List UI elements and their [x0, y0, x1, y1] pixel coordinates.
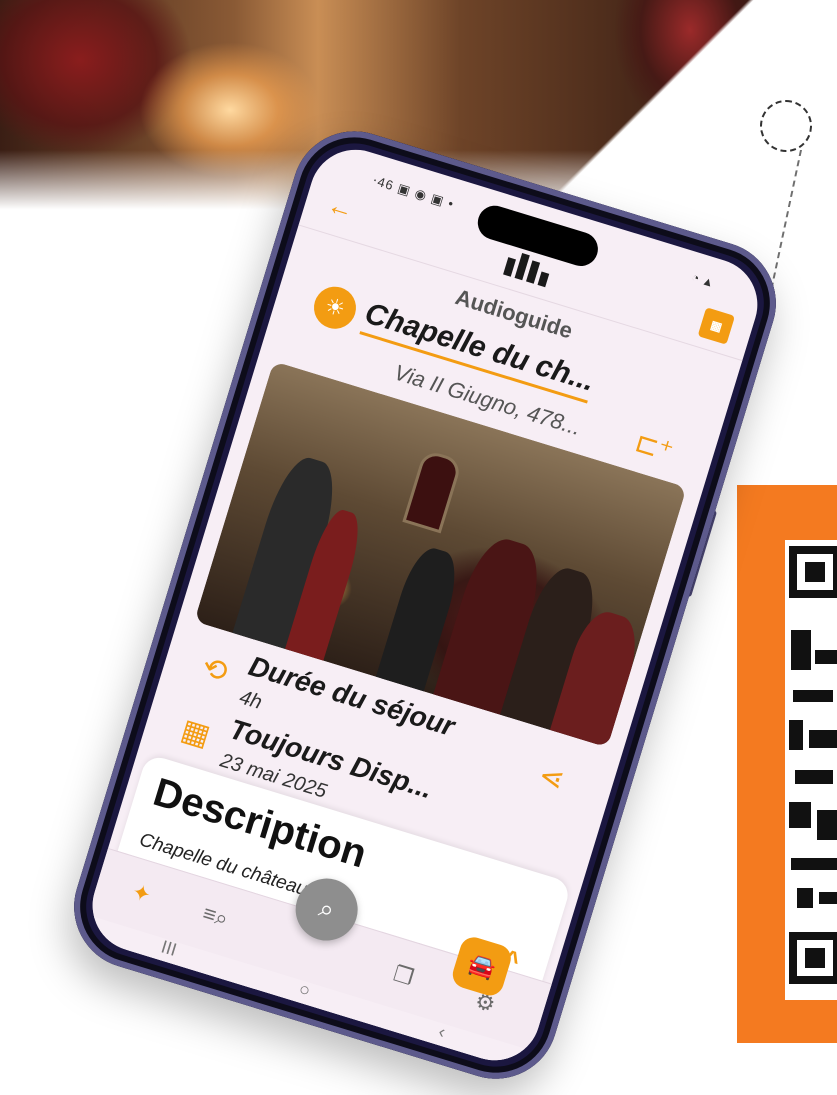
chapel-window [402, 449, 463, 534]
search-icon: ⌕ [315, 892, 339, 926]
back-arrow-icon[interactable]: ← [324, 189, 358, 225]
qr-code-panel [737, 485, 837, 1043]
home-button[interactable]: ○ [296, 978, 313, 1001]
phone-screen: ⋅46 ▣ ◉ ▣ • ◔ ▲ ← ▦ Audioguide ☀ Chapell… [81, 138, 769, 1072]
qr-callout-ring [760, 100, 812, 152]
qr-code[interactable] [785, 540, 837, 1000]
recent-apps-button[interactable]: III [159, 936, 179, 960]
calendar-icon: ▦ [177, 712, 215, 753]
back-button[interactable]: ‹ [436, 1021, 448, 1043]
status-bar-right: ◔ ▲ [690, 270, 716, 291]
bookmarks-icon[interactable]: ❐ [390, 961, 417, 992]
palm-island-icon: ☀ [308, 281, 362, 334]
history-icon: ⟲ [198, 649, 232, 689]
car-icon: 🚘 [465, 949, 499, 982]
duration-value: 4h [236, 686, 265, 714]
status-bar-left: ⋅46 ▣ ◉ ▣ • [370, 172, 457, 212]
qr-code-icon[interactable]: ▦ [697, 307, 736, 345]
place-photo [194, 361, 687, 748]
phone-mockup: ⋅46 ▣ ◉ ▣ • ◔ ▲ ← ▦ Audioguide ☀ Chapell… [58, 115, 792, 1095]
list-search-icon[interactable]: ≡⌕ [200, 900, 231, 932]
sparkles-icon[interactable]: ✦ [129, 879, 154, 909]
share-icon[interactable]: ⋖ [534, 758, 569, 799]
